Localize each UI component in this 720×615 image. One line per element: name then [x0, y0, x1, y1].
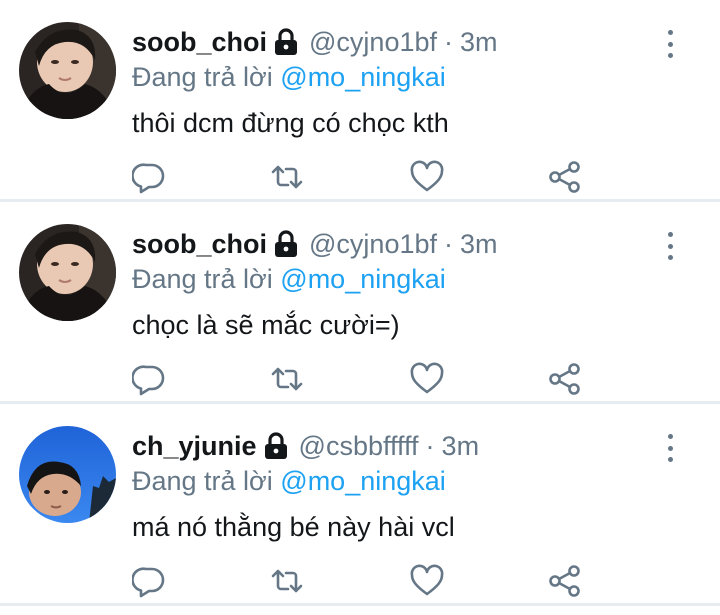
share-icon[interactable]: [548, 564, 582, 598]
user-handle[interactable]: @cyjno1bf: [309, 25, 437, 59]
display-name[interactable]: soob_choi: [132, 25, 267, 59]
separator-dot: ·: [444, 229, 453, 259]
replying-to-label: Đang trả lời: [132, 264, 273, 294]
share-icon[interactable]: [548, 362, 582, 396]
mention-link[interactable]: @mo_ningkai: [280, 466, 446, 496]
reply-icon[interactable]: [132, 564, 166, 598]
lock-icon: [273, 28, 299, 56]
display-name[interactable]: soob_choi: [132, 227, 267, 261]
tweet-actions: [0, 362, 720, 402]
tweet-list: soob_choi @cyjno1bf · 3m Đang trả lời @m…: [0, 0, 720, 606]
retweet-icon[interactable]: [270, 160, 304, 194]
tweet-actions: [0, 160, 720, 200]
tweet-text: chọc là sẽ mắc cười=): [132, 310, 400, 340]
more-vertical-icon[interactable]: [660, 232, 680, 260]
replying-to: Đang trả lời @mo_ningkai: [132, 60, 446, 94]
like-icon[interactable]: [410, 160, 444, 194]
user-handle[interactable]: @cyjno1bf: [309, 227, 437, 261]
timestamp: 3m: [460, 229, 498, 259]
replying-to: Đang trả lời @mo_ningkai: [132, 464, 446, 498]
separator-dot: ·: [425, 431, 435, 461]
more-vertical-icon[interactable]: [660, 434, 680, 462]
avatar[interactable]: [19, 22, 116, 119]
tweet-text: thôi dcm đừng có chọc kth: [132, 108, 449, 138]
tweet-item[interactable]: soob_choi @cyjno1bf · 3m Đang trả lời @m…: [0, 202, 720, 404]
more-vertical-icon[interactable]: [660, 30, 680, 58]
mention-link[interactable]: @mo_ningkai: [280, 264, 446, 294]
display-name[interactable]: ch_yjunie: [132, 429, 257, 463]
tweet-header: soob_choi @cyjno1bf · 3m: [132, 25, 498, 59]
lock-icon: [263, 432, 289, 460]
like-icon[interactable]: [410, 362, 444, 396]
replying-to-label: Đang trả lời: [132, 466, 273, 496]
user-handle[interactable]: @csbbfffff: [299, 429, 419, 463]
retweet-icon[interactable]: [270, 564, 304, 598]
share-icon[interactable]: [548, 160, 582, 194]
reply-icon[interactable]: [132, 362, 166, 396]
tweet-text: má nó thằng bé này hài vcl: [132, 512, 455, 542]
separator-dot: ·: [444, 27, 453, 57]
replying-to-label: Đang trả lời: [132, 62, 273, 92]
tweet-item[interactable]: ch_yjunie @csbbfffff · 3m Đang trả lời @…: [0, 404, 720, 606]
tweet-actions: [0, 564, 720, 604]
tweet-header: ch_yjunie @csbbfffff · 3m: [132, 429, 479, 463]
tweet-item[interactable]: soob_choi @cyjno1bf · 3m Đang trả lời @m…: [0, 0, 720, 202]
timestamp: 3m: [460, 27, 498, 57]
reply-icon[interactable]: [132, 160, 166, 194]
avatar[interactable]: [19, 224, 116, 321]
mention-link[interactable]: @mo_ningkai: [280, 62, 446, 92]
like-icon[interactable]: [410, 564, 444, 598]
replying-to: Đang trả lời @mo_ningkai: [132, 262, 446, 296]
tweet-header: soob_choi @cyjno1bf · 3m: [132, 227, 498, 261]
avatar[interactable]: [19, 426, 116, 523]
retweet-icon[interactable]: [270, 362, 304, 396]
timestamp: 3m: [441, 431, 480, 461]
lock-icon: [273, 230, 299, 258]
